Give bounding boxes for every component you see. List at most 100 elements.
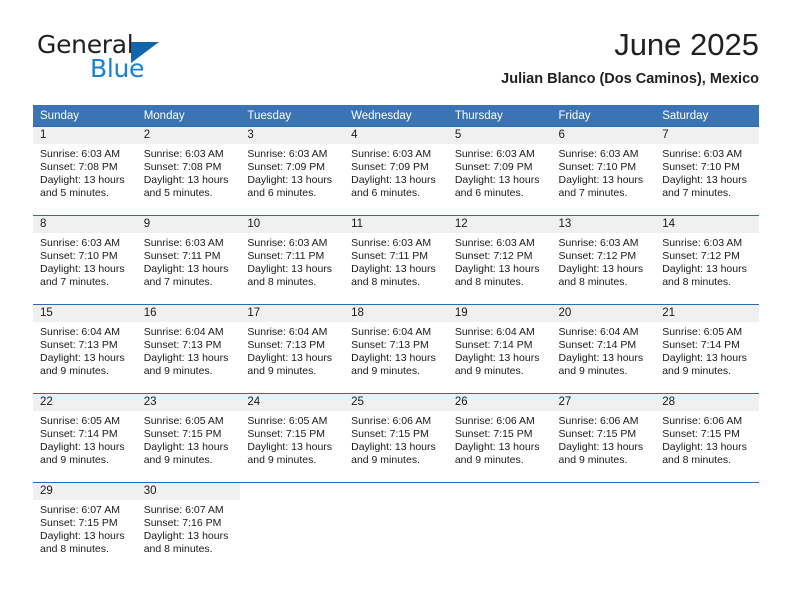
calendar-day-cell[interactable]: 6 Sunrise: 6:03 AM Sunset: 7:10 PM Daylight… xyxy=(551,126,656,216)
daylight-duration-line2: and 8 minutes. xyxy=(558,276,628,289)
calendar-day-cell[interactable]: 15 Sunrise: 6:04 AM Sunset: 7:13 PM Dayligh… xyxy=(33,304,137,394)
day-number: 17 xyxy=(240,305,345,322)
daylight-duration-line2: and 8 minutes. xyxy=(662,454,732,467)
calendar-day-cell[interactable]: 10 Sunrise: 6:03 AM Sunset: 7:11 PM Dayligh… xyxy=(240,215,345,305)
calendar-day-cell[interactable]: 20 Sunrise: 6:04 AM Sunset: 7:14 PM Dayligh… xyxy=(551,304,656,394)
day-cell-inner: 7 Sunrise: 6:03 AM Sunset: 7:10 PM Daylight… xyxy=(655,127,759,215)
calendar-empty-cell xyxy=(655,482,759,573)
sunset-time: Sunset: 7:14 PM xyxy=(662,339,740,352)
day-number: 6 xyxy=(551,127,656,144)
calendar-day-cell[interactable]: 26 Sunrise: 6:06 AM Sunset: 7:15 PM Dayligh… xyxy=(447,393,552,483)
calendar-day-cell[interactable]: 17 Sunrise: 6:04 AM Sunset: 7:13 PM Dayligh… xyxy=(240,304,345,394)
calendar-day-cell[interactable]: 14 Sunrise: 6:03 AM Sunset: 7:12 PM Dayligh… xyxy=(655,215,759,305)
daylight-duration-line1: Daylight: 13 hours xyxy=(40,530,125,543)
daylight-duration-line2: and 9 minutes. xyxy=(351,454,420,467)
calendar-day-cell[interactable]: 28 Sunrise: 6:06 AM Sunset: 7:15 PM Dayligh… xyxy=(655,393,759,483)
calendar-day-cell[interactable]: 9 Sunrise: 6:03 AM Sunset: 7:11 PM Daylight… xyxy=(136,215,241,305)
day-number: 25 xyxy=(344,394,448,411)
day-details: Sunrise: 6:04 AM Sunset: 7:13 PM Daylight:… xyxy=(240,322,344,378)
daylight-duration-line2: and 5 minutes. xyxy=(40,187,109,200)
day-cell-inner: 3 Sunrise: 6:03 AM Sunset: 7:09 PM Daylight… xyxy=(240,127,345,215)
sunrise-time: Sunrise: 6:03 AM xyxy=(143,237,224,249)
sunset-time: Sunset: 7:10 PM xyxy=(662,161,740,174)
sunset-time: Sunset: 7:15 PM xyxy=(40,517,118,530)
daylight-duration-line2: and 9 minutes. xyxy=(558,365,628,378)
sunset-time: Sunset: 7:08 PM xyxy=(143,161,222,174)
daylight-duration-line1: Daylight: 13 hours xyxy=(351,174,436,187)
weekday-header-saturday: Saturday xyxy=(655,105,759,127)
sunrise-time: Sunrise: 6:03 AM xyxy=(40,148,120,160)
sunrise-time: Sunrise: 6:03 AM xyxy=(351,237,432,249)
sunrise-time: Sunrise: 6:05 AM xyxy=(40,415,120,427)
sunrise-time: Sunrise: 6:03 AM xyxy=(454,148,535,160)
sunrise-time: Sunrise: 6:04 AM xyxy=(558,326,639,338)
daylight-duration-line1: Daylight: 13 hours xyxy=(558,263,644,276)
day-number: 22 xyxy=(33,394,137,411)
title-block: June 2025 Julian Blanco (Dos Caminos), M… xyxy=(501,26,759,90)
day-details: Sunrise: 6:06 AM Sunset: 7:15 PM Daylight:… xyxy=(448,411,552,467)
daylight-duration-line2: and 9 minutes. xyxy=(662,365,732,378)
calendar-body: 1 Sunrise: 6:03 AM Sunset: 7:08 PM Daylight… xyxy=(33,126,759,573)
brand-logo[interactable]: General Blue xyxy=(33,30,263,88)
calendar-day-cell[interactable]: 1 Sunrise: 6:03 AM Sunset: 7:08 PM Daylight… xyxy=(33,126,137,216)
daylight-duration-line2: and 8 minutes. xyxy=(662,276,732,289)
day-cell-inner: 13 Sunrise: 6:03 AM Sunset: 7:12 PM Dayligh… xyxy=(551,216,656,304)
day-cell-inner: 18 Sunrise: 6:04 AM Sunset: 7:13 PM Dayligh… xyxy=(344,305,448,393)
day-cell-inner: 12 Sunrise: 6:03 AM Sunset: 7:12 PM Dayligh… xyxy=(447,216,552,304)
calendar-day-cell[interactable]: 18 Sunrise: 6:04 AM Sunset: 7:13 PM Dayligh… xyxy=(344,304,448,394)
calendar-day-cell[interactable]: 3 Sunrise: 6:03 AM Sunset: 7:09 PM Daylight… xyxy=(240,126,345,216)
calendar-day-cell[interactable]: 24 Sunrise: 6:05 AM Sunset: 7:15 PM Dayligh… xyxy=(240,393,345,483)
daylight-duration-line1: Daylight: 13 hours xyxy=(662,352,747,365)
daylight-duration-line1: Daylight: 13 hours xyxy=(143,530,229,543)
calendar-day-cell[interactable]: 23 Sunrise: 6:05 AM Sunset: 7:15 PM Dayligh… xyxy=(136,393,241,483)
day-details: Sunrise: 6:03 AM Sunset: 7:09 PM Daylight:… xyxy=(240,144,344,200)
daylight-duration-line1: Daylight: 13 hours xyxy=(558,352,644,365)
day-details: Sunrise: 6:03 AM Sunset: 7:12 PM Daylight:… xyxy=(655,233,759,289)
weekday-header-friday: Friday xyxy=(551,105,656,127)
day-number xyxy=(552,483,656,500)
calendar-day-cell[interactable]: 8 Sunrise: 6:03 AM Sunset: 7:10 PM Daylight… xyxy=(33,215,137,305)
calendar-week-row: 1 Sunrise: 6:03 AM Sunset: 7:08 PM Daylight… xyxy=(33,126,759,216)
day-cell-inner: 19 Sunrise: 6:04 AM Sunset: 7:14 PM Dayligh… xyxy=(447,305,552,393)
daylight-duration-line2: and 8 minutes. xyxy=(351,276,420,289)
day-cell-inner: 20 Sunrise: 6:04 AM Sunset: 7:14 PM Dayligh… xyxy=(551,305,656,393)
calendar-day-cell[interactable]: 19 Sunrise: 6:04 AM Sunset: 7:14 PM Dayligh… xyxy=(447,304,552,394)
day-details: Sunrise: 6:04 AM Sunset: 7:13 PM Daylight:… xyxy=(33,322,137,378)
calendar-day-cell[interactable]: 25 Sunrise: 6:06 AM Sunset: 7:15 PM Dayligh… xyxy=(344,393,448,483)
sunset-time: Sunset: 7:08 PM xyxy=(40,161,118,174)
daylight-duration-line1: Daylight: 13 hours xyxy=(454,352,540,365)
calendar-day-cell[interactable]: 29 Sunrise: 6:07 AM Sunset: 7:15 PM Dayligh… xyxy=(33,482,137,573)
daylight-duration-line1: Daylight: 13 hours xyxy=(143,441,229,454)
calendar-day-cell[interactable]: 11 Sunrise: 6:03 AM Sunset: 7:11 PM Dayligh… xyxy=(344,215,448,305)
calendar-day-cell[interactable]: 4 Sunrise: 6:03 AM Sunset: 7:09 PM Daylight… xyxy=(344,126,448,216)
daylight-duration-line1: Daylight: 13 hours xyxy=(247,263,333,276)
sunset-time: Sunset: 7:15 PM xyxy=(247,428,326,441)
sunrise-time: Sunrise: 6:04 AM xyxy=(351,326,432,338)
day-details: Sunrise: 6:06 AM Sunset: 7:15 PM Daylight:… xyxy=(344,411,448,467)
day-number: 11 xyxy=(344,216,448,233)
weekday-header-thursday: Thursday xyxy=(447,105,552,127)
day-number xyxy=(655,483,759,500)
day-cell-inner: 5 Sunrise: 6:03 AM Sunset: 7:09 PM Daylight… xyxy=(447,127,552,215)
calendar-day-cell[interactable]: 13 Sunrise: 6:03 AM Sunset: 7:12 PM Dayligh… xyxy=(551,215,656,305)
day-cell-inner: 1 Sunrise: 6:03 AM Sunset: 7:08 PM Daylight… xyxy=(33,127,137,215)
sunset-time: Sunset: 7:12 PM xyxy=(558,250,637,263)
calendar-day-cell[interactable]: 12 Sunrise: 6:03 AM Sunset: 7:12 PM Dayligh… xyxy=(447,215,552,305)
calendar-day-cell[interactable]: 21 Sunrise: 6:05 AM Sunset: 7:14 PM Dayligh… xyxy=(655,304,759,394)
daylight-duration-line2: and 9 minutes. xyxy=(143,454,213,467)
calendar-day-cell[interactable]: 16 Sunrise: 6:04 AM Sunset: 7:13 PM Dayligh… xyxy=(136,304,241,394)
calendar-day-cell[interactable]: 30 Sunrise: 6:07 AM Sunset: 7:16 PM Dayligh… xyxy=(136,482,241,573)
sunset-time: Sunset: 7:09 PM xyxy=(351,161,429,174)
calendar-week-row: 8 Sunrise: 6:03 AM Sunset: 7:10 PM Daylight… xyxy=(33,215,759,305)
page-title: June 2025 xyxy=(614,27,759,62)
daylight-duration-line1: Daylight: 13 hours xyxy=(143,352,229,365)
calendar-day-cell[interactable]: 27 Sunrise: 6:06 AM Sunset: 7:15 PM Dayligh… xyxy=(551,393,656,483)
calendar-day-cell[interactable]: 22 Sunrise: 6:05 AM Sunset: 7:14 PM Dayligh… xyxy=(33,393,137,483)
sunrise-time: Sunrise: 6:03 AM xyxy=(351,148,432,160)
sunrise-time: Sunrise: 6:05 AM xyxy=(662,326,743,338)
calendar-day-cell[interactable]: 2 Sunrise: 6:03 AM Sunset: 7:08 PM Daylight… xyxy=(136,126,241,216)
daylight-duration-line2: and 6 minutes. xyxy=(247,187,317,200)
day-number: 28 xyxy=(655,394,759,411)
calendar-day-cell[interactable]: 7 Sunrise: 6:03 AM Sunset: 7:10 PM Daylight… xyxy=(655,126,759,216)
calendar-day-cell[interactable]: 5 Sunrise: 6:03 AM Sunset: 7:09 PM Daylight… xyxy=(447,126,552,216)
